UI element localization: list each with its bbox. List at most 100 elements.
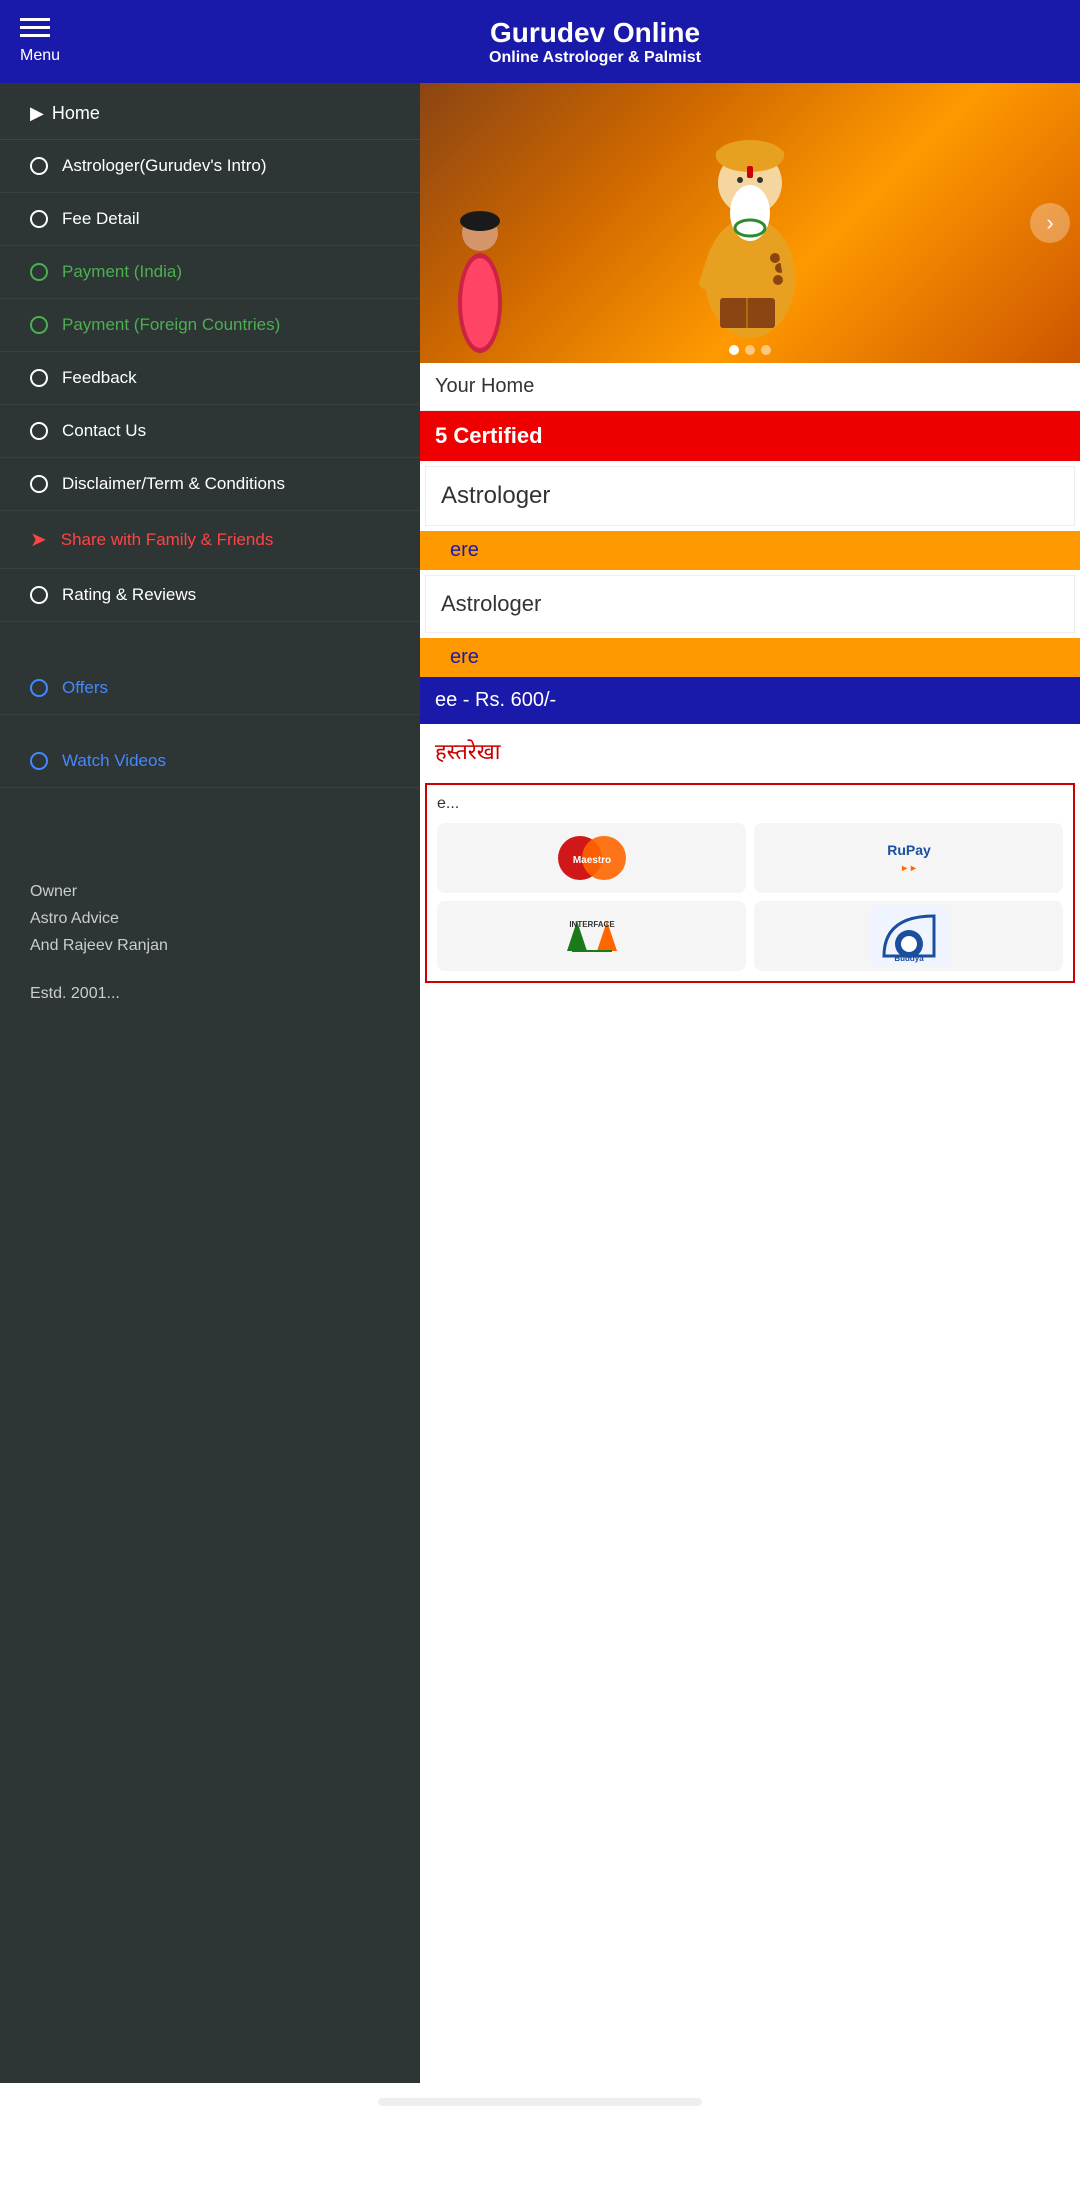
buddya-icon: Buddya xyxy=(869,906,949,966)
sidebar-item-label: Offers xyxy=(62,678,108,698)
app-title: Gurudev Online xyxy=(125,17,1065,49)
upi-logo: INTERFACE xyxy=(437,901,746,971)
sidebar-item-fee[interactable]: Fee Detail xyxy=(0,193,420,246)
svg-text:►►: ►► xyxy=(900,863,918,873)
sidebar-item-label: Disclaimer/Term & Conditions xyxy=(62,474,285,494)
sidebar-item-label: Astrologer(Gurudev's Intro) xyxy=(62,156,267,176)
share-arrow-icon: ➤ xyxy=(30,527,47,552)
menu-label: Menu xyxy=(20,47,60,65)
orange-banner-1: ere xyxy=(420,531,1080,570)
circle-icon xyxy=(30,475,48,493)
buddya-logo: Buddya xyxy=(754,901,1063,971)
main-content: › Your Home 5 Certified Astrologer ere A… xyxy=(420,83,1080,2083)
circle-icon xyxy=(30,422,48,440)
sidebar-item-label: Watch Videos xyxy=(62,751,166,771)
hero-banner: › xyxy=(420,83,1080,363)
rupay-logo: RuPay ►► xyxy=(754,823,1063,893)
hero-dot-3 xyxy=(761,345,771,355)
hero-dots xyxy=(729,345,771,355)
owner-name2: And Rajeev Ranjan xyxy=(30,932,400,959)
sidebar: ▶ Home Astrologer(Gurudev's Intro) Fee D… xyxy=(0,83,420,2083)
main-layout: ▶ Home Astrologer(Gurudev's Intro) Fee D… xyxy=(0,83,1080,2083)
menu-bar-3 xyxy=(20,34,50,37)
sidebar-item-rating[interactable]: Rating & Reviews xyxy=(0,569,420,622)
circle-icon xyxy=(30,586,48,604)
hero-next-button[interactable]: › xyxy=(1030,203,1070,243)
home-arrow-icon: ▶ xyxy=(30,103,44,124)
menu-button[interactable]: Menu xyxy=(0,0,110,83)
upi-icon: INTERFACE xyxy=(552,911,632,961)
hindi-label: हस्तरेखा xyxy=(435,739,500,764)
fee-banner: ee - Rs. 600/- xyxy=(420,677,1080,724)
sidebar-item-contact[interactable]: Contact Us xyxy=(0,405,420,458)
circle-icon xyxy=(30,369,48,387)
sidebar-sep-5 xyxy=(0,808,420,828)
maestro-logo: Maestro xyxy=(437,823,746,893)
sidebar-item-astrologer[interactable]: Astrologer(Gurudev's Intro) xyxy=(0,140,420,193)
circle-icon xyxy=(30,210,48,228)
visit-here-1: ere xyxy=(435,531,494,569)
app-header: Menu Gurudev Online Online Astrologer & … xyxy=(0,0,1080,83)
woman-figure xyxy=(450,173,510,353)
menu-bar-1 xyxy=(20,18,50,21)
astrologer-title-2: Astrologer xyxy=(441,591,1059,617)
hero-dot-1 xyxy=(729,345,739,355)
sidebar-item-home[interactable]: ▶ Home xyxy=(0,83,420,140)
sidebar-sep-4 xyxy=(0,788,420,808)
svg-text:Buddya: Buddya xyxy=(894,954,924,963)
svg-text:Maestro: Maestro xyxy=(572,855,610,866)
sidebar-item-label: Payment (India) xyxy=(62,262,182,282)
svg-text:INTERFACE: INTERFACE xyxy=(569,920,615,929)
your-home-text: Your Home xyxy=(420,363,1080,411)
sidebar-item-label: Rating & Reviews xyxy=(62,585,196,605)
sidebar-sep-1 xyxy=(0,622,420,642)
owner-label: Owner xyxy=(30,878,400,905)
your-home-label: Your Home xyxy=(435,375,534,397)
certified-banner: 5 Certified xyxy=(420,411,1080,461)
astrologer-figure xyxy=(690,108,810,338)
menu-bar-2 xyxy=(20,26,50,29)
sidebar-item-payment-foreign[interactable]: Payment (Foreign Countries) xyxy=(0,299,420,352)
payment-logos: Maestro RuPay ►► xyxy=(437,823,1063,971)
circle-icon-blue xyxy=(30,679,48,697)
circle-icon-green xyxy=(30,263,48,281)
rupay-icon: RuPay ►► xyxy=(869,833,949,883)
sidebar-item-disclaimer[interactable]: Disclaimer/Term & Conditions xyxy=(0,458,420,511)
maestro-icon: Maestro xyxy=(552,833,632,883)
circle-icon-green xyxy=(30,316,48,334)
sidebar-item-label: Share with Family & Friends xyxy=(61,530,274,550)
payment-label: e... xyxy=(437,795,1063,813)
astrologer-card-1: Astrologer xyxy=(425,466,1075,526)
sidebar-item-feedback[interactable]: Feedback xyxy=(0,352,420,405)
hero-dot-2 xyxy=(745,345,755,355)
sidebar-item-offers[interactable]: Offers xyxy=(0,662,420,715)
hindi-text: हस्तरेखा xyxy=(420,724,1080,778)
visit-here-2: ere xyxy=(435,638,494,676)
astrologer-title-1: Astrologer xyxy=(441,482,1059,510)
sidebar-sep-3 xyxy=(0,715,420,735)
sidebar-item-label: Fee Detail xyxy=(62,209,139,229)
home-label: Home xyxy=(52,103,100,124)
bottom-bar xyxy=(378,2098,702,2106)
sidebar-item-label: Feedback xyxy=(62,368,137,388)
sidebar-item-label: Contact Us xyxy=(62,421,146,441)
sidebar-item-watch-videos[interactable]: Watch Videos xyxy=(0,735,420,788)
orange-banner-2: ere xyxy=(420,638,1080,677)
sidebar-footer: Owner Astro Advice And Rajeev Ranjan Est… xyxy=(0,848,420,1027)
payment-section: e... Maestro RuPay ►► xyxy=(425,783,1075,983)
sidebar-item-label: Payment (Foreign Countries) xyxy=(62,315,280,335)
certified-text: 5 Certified xyxy=(435,423,543,448)
sidebar-sep-6 xyxy=(0,828,420,848)
estd-label: Estd. 2001... xyxy=(30,980,400,1007)
circle-icon-blue xyxy=(30,752,48,770)
astrologer-card-2: Astrologer xyxy=(425,575,1075,633)
fee-text: ee - Rs. 600/- xyxy=(435,689,556,711)
svg-text:RuPay: RuPay xyxy=(887,842,931,858)
sidebar-item-payment-india[interactable]: Payment (India) xyxy=(0,246,420,299)
header-title-block: Gurudev Online Online Astrologer & Palmi… xyxy=(110,2,1080,82)
app-subtitle: Online Astrologer & Palmist xyxy=(125,49,1065,67)
circle-icon xyxy=(30,157,48,175)
sidebar-item-share[interactable]: ➤ Share with Family & Friends xyxy=(0,511,420,569)
sidebar-sep-2 xyxy=(0,642,420,662)
owner-name1: Astro Advice xyxy=(30,905,400,932)
